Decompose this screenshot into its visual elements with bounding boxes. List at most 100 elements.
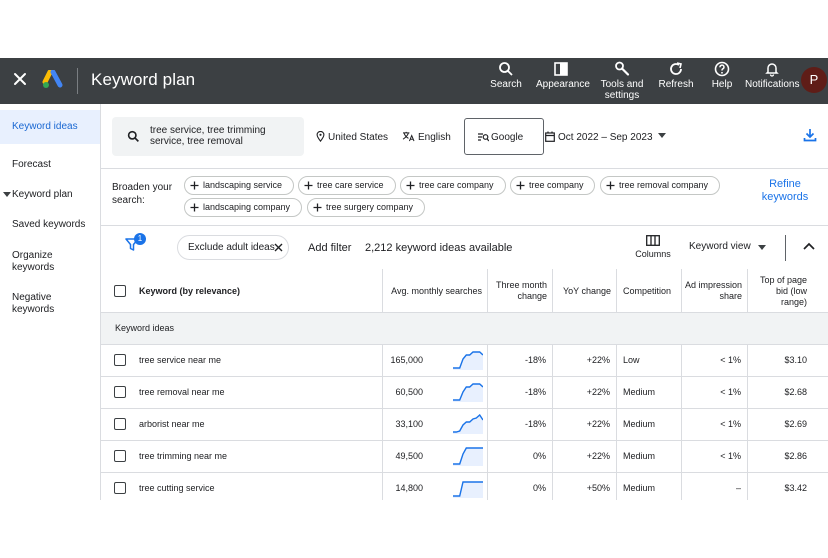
chip-label: landscaping company [203, 202, 291, 212]
help-button[interactable]: Help [708, 61, 736, 90]
row-checkbox[interactable] [114, 354, 126, 366]
exclude-adult-ideas-chip[interactable]: Exclude adult ideas [177, 235, 289, 260]
competition-cell: Medium [616, 473, 681, 500]
sidebar-item-keyword-ideas[interactable]: Keyword ideas [0, 110, 100, 144]
top-of-page-bid-cell: $2.69 [747, 409, 809, 440]
download-icon[interactable] [803, 128, 817, 142]
table-row[interactable]: arborist near me 33,100 -18% +22% Medium < 1%… [101, 409, 828, 441]
broaden-chip-tree-care-service[interactable]: tree care service [298, 176, 396, 195]
network-selector[interactable]: Google [464, 118, 544, 155]
row-checkbox[interactable] [114, 482, 126, 494]
table-row[interactable]: tree service near me 165,000 -18% +22% Low < … [101, 345, 828, 377]
table-row[interactable]: tree removal near me 60,500 -18% +22% Medium… [101, 377, 828, 409]
page-title: Keyword plan [91, 70, 196, 89]
column-header-avg-monthly-searches[interactable]: Avg. monthly searches [382, 269, 487, 313]
broaden-chip-landscaping-company[interactable]: landscaping company [184, 198, 302, 217]
keyword-cell: tree cutting service [139, 483, 215, 493]
keyword-view-dropdown[interactable]: Keyword view [689, 241, 751, 252]
broaden-chip-tree-company[interactable]: tree company [510, 176, 595, 195]
help-label: Help [711, 79, 733, 90]
ad-impression-share-cell: < 1% [681, 409, 747, 440]
close-icon[interactable] [274, 243, 283, 252]
keyword-cell: tree removal near me [139, 387, 225, 397]
date-range-selector[interactable]: Oct 2022 – Sep 2023 [545, 131, 653, 143]
column-header-yoy-change[interactable]: YoY change [552, 269, 616, 313]
top-app-bar: Keyword plan Search Appearance Tools and… [0, 58, 828, 104]
appearance-icon [554, 62, 568, 76]
notifications-label: Notifications [745, 79, 800, 90]
network-label: Google [491, 132, 524, 143]
notifications-button[interactable]: Notifications [745, 61, 799, 90]
table-row[interactable]: tree cutting service 14,800 0% +50% Medium – $… [101, 473, 828, 500]
plus-icon [304, 181, 313, 190]
date-range-caret-icon[interactable] [658, 133, 666, 138]
language-label: English [418, 132, 451, 143]
refine-keywords-button[interactable]: Refine keywords [752, 178, 818, 204]
appearance-button[interactable]: Appearance [536, 61, 590, 90]
sidebar-item-organize-keywords[interactable]: Organize keywords [0, 250, 75, 274]
row-checkbox[interactable] [114, 418, 126, 430]
help-icon [714, 61, 730, 77]
language-selector[interactable]: English [402, 131, 451, 143]
column-header-top-of-page-bid[interactable]: Top of page bid (low range) [747, 269, 809, 313]
sidebar-item-keyword-plan[interactable]: Keyword plan [0, 189, 100, 201]
broaden-chip-tree-removal-company[interactable]: tree removal company [600, 176, 720, 195]
tools-and-settings-label: Tools and settings [600, 79, 644, 101]
three-month-change-cell: -18% [487, 345, 552, 376]
select-all-checkbox[interactable] [114, 285, 126, 297]
avg-monthly-searches-value: 49,500 [395, 451, 423, 461]
top-of-page-bid-cell: $3.42 [747, 473, 809, 500]
top-of-page-bid-cell: $2.86 [747, 441, 809, 472]
column-header-three-month-change[interactable]: Three month change [487, 269, 552, 313]
chip-label: tree care service [317, 180, 384, 190]
sidebar-item-forecast[interactable]: Forecast [0, 159, 100, 171]
table-header: Keyword (by relevance) Avg. monthly sear… [101, 269, 828, 313]
refresh-button[interactable]: Refresh [657, 61, 695, 90]
table-row[interactable]: tree trimming near me 49,500 0% +22% Medium <… [101, 441, 828, 473]
sidebar-item-negative-keywords[interactable]: Negative keywords [0, 292, 75, 316]
keyword-planner-window: Keyword plan Search Appearance Tools and… [0, 58, 828, 500]
ideas-count-number: 2,212 [365, 242, 393, 254]
trend-sparkline [453, 383, 483, 402]
columns-button[interactable]: Columns [634, 235, 672, 259]
yoy-change-cell: +22% [552, 345, 616, 376]
section-label: Keyword ideas [115, 323, 175, 333]
sidebar-item-saved-keywords[interactable]: Saved keywords [0, 219, 100, 231]
column-header-ad-impression-share[interactable]: Ad impression share [681, 269, 747, 313]
chip-label: landscaping service [203, 180, 283, 190]
avg-monthly-searches-value: 165,000 [390, 355, 423, 365]
trend-sparkline [453, 351, 483, 370]
broaden-chip-tree-surgery-company[interactable]: tree surgery company [307, 198, 425, 217]
add-filter-button[interactable]: Add filter [308, 242, 351, 254]
row-checkbox[interactable] [114, 450, 126, 462]
column-header-competition[interactable]: Competition [616, 269, 681, 313]
section-header-keyword-ideas: Keyword ideas [101, 313, 828, 345]
broaden-chip-landscaping-service[interactable]: landscaping service [184, 176, 294, 195]
column-header-keyword[interactable]: Keyword (by relevance) [139, 269, 379, 313]
title-divider [77, 68, 78, 94]
divider [101, 168, 828, 169]
refresh-label: Refresh [658, 79, 694, 90]
sparkline-area [453, 448, 483, 466]
location-selector[interactable]: United States [316, 130, 389, 143]
location-label: United States [328, 132, 389, 143]
search-button[interactable]: Search [489, 61, 523, 90]
competition-cell: Medium [616, 441, 681, 472]
chevron-up-icon[interactable] [803, 242, 815, 250]
google-ads-logo-icon [42, 70, 63, 88]
avg-monthly-searches-value: 14,800 [395, 483, 423, 493]
broaden-search-label: Broaden your search: [112, 182, 173, 206]
close-icon[interactable] [11, 70, 29, 88]
account-avatar[interactable]: P [801, 67, 827, 93]
search-icon [127, 130, 139, 142]
broaden-chip-tree-care-company[interactable]: tree care company [400, 176, 506, 195]
sidebar-item-keyword-plan-label: Keyword plan [12, 189, 73, 200]
network-icon [478, 133, 489, 142]
keyword-search-field[interactable]: tree service, tree trimming service, tre… [112, 117, 304, 156]
caret-down-icon[interactable] [758, 245, 766, 250]
bell-icon [765, 63, 779, 77]
chip-label: tree company [529, 180, 584, 190]
sidebar: Keyword ideas Forecast Keyword plan Save… [0, 104, 101, 500]
row-checkbox[interactable] [114, 386, 126, 398]
tools-and-settings-button[interactable]: Tools and settings [598, 61, 646, 101]
